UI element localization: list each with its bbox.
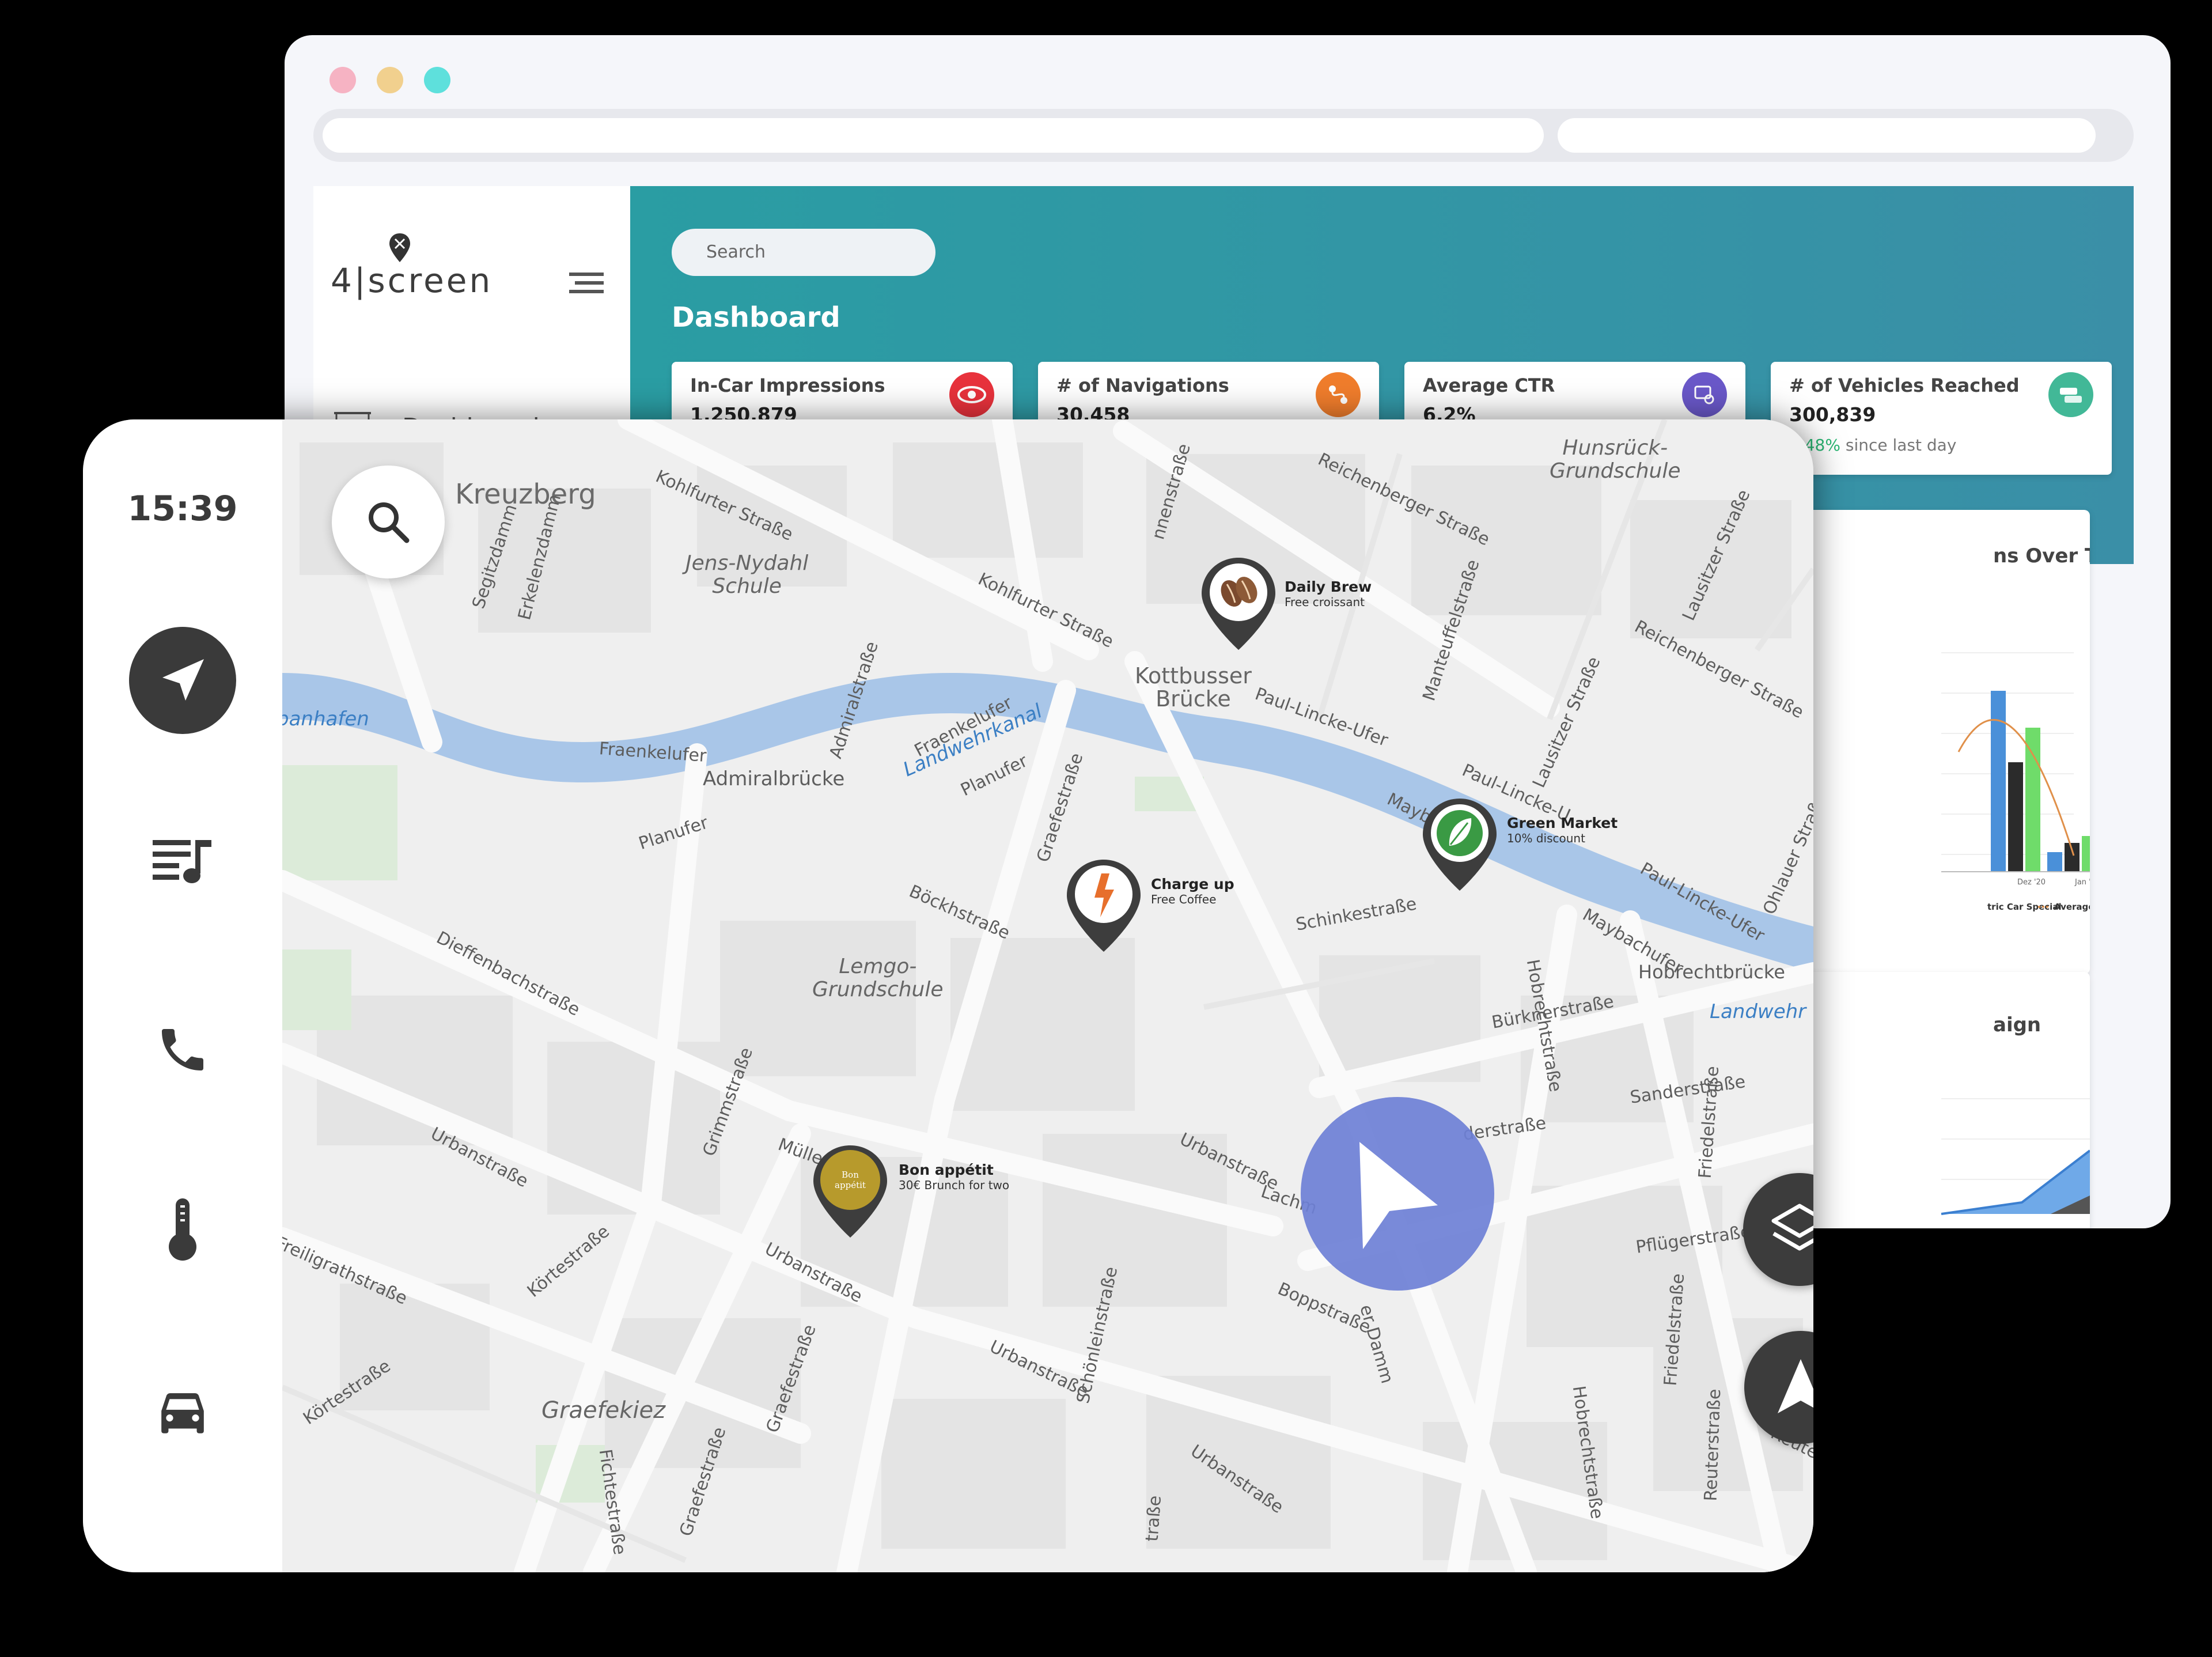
- street-label: Reuterstraße: [1700, 1389, 1725, 1502]
- layers-icon: [1771, 1204, 1813, 1251]
- stat-label: # of Navigations: [1056, 374, 1229, 396]
- stat-label: In-Car Impressions: [690, 374, 885, 396]
- map-search-button[interactable]: [332, 466, 445, 578]
- eye-icon: [949, 372, 994, 417]
- secondary-field[interactable]: [1558, 118, 2096, 153]
- close-dot[interactable]: [329, 67, 356, 93]
- thermometer-icon: [169, 1198, 196, 1261]
- rail-music-button[interactable]: [83, 838, 282, 886]
- chart-bar[interactable]: [2047, 852, 2062, 872]
- poi-daily-brew[interactable]: [1198, 555, 1279, 653]
- poi-name: Green Market: [1507, 815, 1618, 831]
- stat-card-vehicles[interactable]: # of Vehicles Reached 300,839 2.48% sinc…: [1771, 362, 2112, 475]
- poi-name: Charge up: [1151, 876, 1234, 892]
- leaf-icon: [1437, 810, 1483, 856]
- chart-bar[interactable]: [2082, 836, 2090, 872]
- minimize-dot[interactable]: [377, 67, 403, 93]
- poi-offer: 30€ Brunch for two: [899, 1178, 1010, 1192]
- chart-tick-label: Dez '20: [2017, 878, 2046, 887]
- poi-name: Bon appétit: [899, 1162, 994, 1178]
- poi-label-green-market: Green Market 10% discount: [1507, 815, 1618, 845]
- poi-bon-appetit[interactable]: Bon appétit: [810, 1143, 891, 1241]
- poi-name: Daily Brew: [1285, 578, 1372, 595]
- address-bar: [313, 109, 2134, 162]
- current-position-puck: [1301, 1097, 1494, 1291]
- stat-label: Average CTR: [1423, 374, 1555, 396]
- rail-phone-button[interactable]: [83, 1022, 282, 1077]
- poi-label-bon-appetit: Bon appétit 30€ Brunch for two: [899, 1162, 1009, 1192]
- chart-bar[interactable]: [2025, 728, 2040, 872]
- stat-change: 2.48% since last day: [1789, 436, 1956, 455]
- route-icon: [1316, 372, 1361, 417]
- street-label: Admiralbrücke: [703, 767, 845, 790]
- search-icon: [369, 502, 410, 543]
- poi-label-daily-brew: Daily Brew Free croissant: [1285, 578, 1372, 609]
- map-place-label: Jens-Nydahl Schule: [685, 551, 809, 598]
- chart-legend-average: Average: [2054, 902, 2090, 912]
- chart-plot: Dez '20 Jan '21 tric Car Special Average: [1941, 652, 2090, 912]
- page-title: Dashboard: [672, 301, 840, 334]
- car-icon: [2048, 372, 2093, 417]
- url-field[interactable]: [323, 118, 1544, 153]
- chart-legend-series: tric Car Special: [1987, 902, 2062, 912]
- stat-change-suffix: since last day: [1845, 436, 1957, 455]
- music-queue-icon: [153, 840, 211, 883]
- map-place-label: Hunsrück- Grundschule: [1550, 436, 1681, 483]
- compass-arrow-icon: [1778, 1359, 1813, 1413]
- street-label: Hobrechtbrücke: [1638, 961, 1785, 983]
- poi-green-market[interactable]: [1419, 796, 1500, 894]
- car-head-unit: 15:39 Kreuzberg Jens-Nydahl Schule Hunsr…: [83, 419, 1813, 1572]
- poi-offer: Free Coffee: [1151, 892, 1217, 906]
- chart-tick-label: Jan '21: [2074, 878, 2090, 887]
- canal-label: banhafen: [282, 708, 369, 731]
- chart-bar[interactable]: [2008, 762, 2023, 872]
- menu-toggle-icon[interactable]: [569, 271, 604, 294]
- heading-arrow-icon: [1359, 1142, 1438, 1249]
- phone-icon: [162, 1029, 203, 1070]
- brand-logo: 4|screen: [331, 261, 493, 300]
- poi-label-charge-up: Charge up Free Coffee: [1151, 876, 1234, 906]
- chart-bar[interactable]: [2065, 843, 2080, 872]
- poi-offer: Free croissant: [1285, 595, 1365, 609]
- window-controls: [329, 67, 450, 93]
- rail-navigation-button[interactable]: [83, 627, 282, 734]
- click-icon: [1682, 372, 1727, 417]
- clock: 15:39: [127, 489, 238, 529]
- maximize-dot[interactable]: [424, 67, 450, 93]
- chart-card-over-time: ns Over Time Dez '20 Jan '21 tric Car Sp…: [1803, 510, 2090, 974]
- rail-climate-button[interactable]: [83, 1198, 282, 1262]
- search-input[interactable]: Search: [672, 229, 935, 276]
- campaign-card: aign: [1803, 972, 2090, 1228]
- car-icon: [161, 1393, 204, 1433]
- chart-bar[interactable]: [1991, 691, 2006, 872]
- car-side-rail: 15:39: [83, 419, 282, 1572]
- navigation-icon: [129, 627, 236, 734]
- poi-charge-up[interactable]: [1063, 857, 1144, 955]
- map-place-label: Lemgo- Grundschule: [812, 955, 944, 1001]
- poi-offer: 10% discount: [1507, 831, 1585, 845]
- street-label: traße: [1142, 1495, 1166, 1542]
- canal-label: Landwehr: [1710, 1000, 1806, 1023]
- map-place-label: Graefekiez: [541, 1397, 666, 1424]
- logo-pin-icon: [389, 233, 410, 262]
- campaign-area-chart: [1941, 1098, 2090, 1215]
- stat-label: # of Vehicles Reached: [1789, 374, 2020, 396]
- chart-gridlines: [1941, 652, 2074, 855]
- map-place-label: Kottbusser Brücke: [1135, 663, 1252, 712]
- rail-vehicle-button[interactable]: [83, 1389, 282, 1440]
- navigation-map[interactable]: Kreuzberg Jens-Nydahl Schule Hunsrück- G…: [282, 419, 1813, 1572]
- map-district-label: Kreuzberg: [455, 478, 596, 510]
